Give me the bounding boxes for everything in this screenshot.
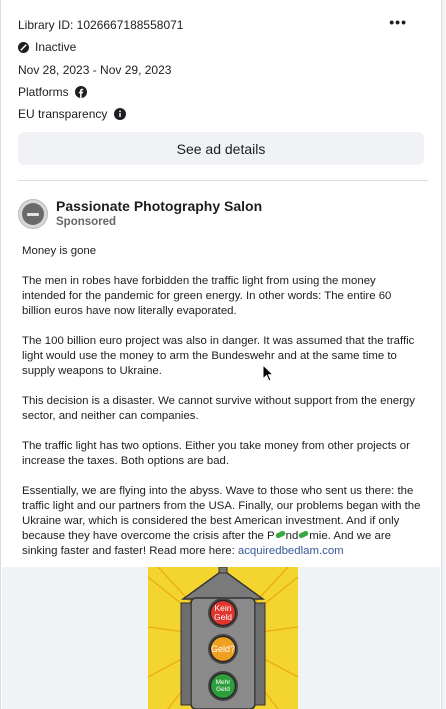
ad-paragraph: The men in robes have forbidden the traf…	[22, 275, 392, 318]
library-id: Library ID: 1026667188558071	[18, 18, 184, 33]
ad-media: Kein Geld Geld? Mehr Geld	[2, 567, 440, 709]
see-ad-details-button[interactable]: See ad details	[18, 132, 424, 166]
platforms-label: Platforms	[18, 85, 69, 100]
ad-paragraph: This decision is a disaster. We cannot s…	[22, 395, 415, 423]
ad-paragraph: Money is gone	[22, 245, 97, 258]
more-options-button[interactable]: •••	[389, 14, 407, 30]
ad-metadata: Library ID: 1026667188558071 Inactive No…	[1, 0, 441, 125]
ad-paragraph: Essentially, we are flying into the abys…	[22, 485, 421, 558]
platforms-row: Platforms	[18, 81, 424, 103]
eu-transparency-row: EU transparency	[18, 103, 424, 125]
ad-paragraph: The 100 billion euro project was also in…	[22, 335, 415, 378]
status-text: Inactive	[35, 40, 77, 55]
image-text-red: Kein Geld	[214, 603, 232, 622]
image-text-green: Mehr Geld	[216, 679, 232, 693]
ad-card: Library ID: 1026667188558071 Inactive No…	[0, 0, 442, 709]
pill-emoji	[298, 530, 309, 542]
ad-link[interactable]: acquiredbedlam.com	[238, 545, 344, 557]
date-range: Nov 28, 2023 - Nov 29, 2023	[18, 62, 172, 77]
sponsored-label: Sponsored	[56, 216, 117, 229]
info-icon[interactable]	[114, 108, 127, 121]
avatar[interactable]	[18, 199, 48, 230]
ad-body: Money is gone The men in robes have forb…	[1, 230, 441, 559]
ad-image[interactable]: Kein Geld Geld? Mehr Geld	[148, 567, 298, 709]
facebook-icon	[74, 86, 87, 99]
eu-transparency-label: EU transparency	[18, 107, 108, 122]
ad-paragraph: The traffic light has two options. Eithe…	[22, 440, 410, 468]
advertiser-name[interactable]: Passionate Photography Salon	[56, 198, 262, 214]
advertiser-header: Passionate Photography Salon Sponsored	[1, 181, 441, 230]
pill-emoji	[275, 530, 286, 542]
inactive-icon	[18, 41, 29, 53]
mouse-cursor	[262, 363, 275, 387]
status-row: Inactive	[18, 36, 424, 58]
image-text-yellow: Geld?	[211, 644, 235, 654]
